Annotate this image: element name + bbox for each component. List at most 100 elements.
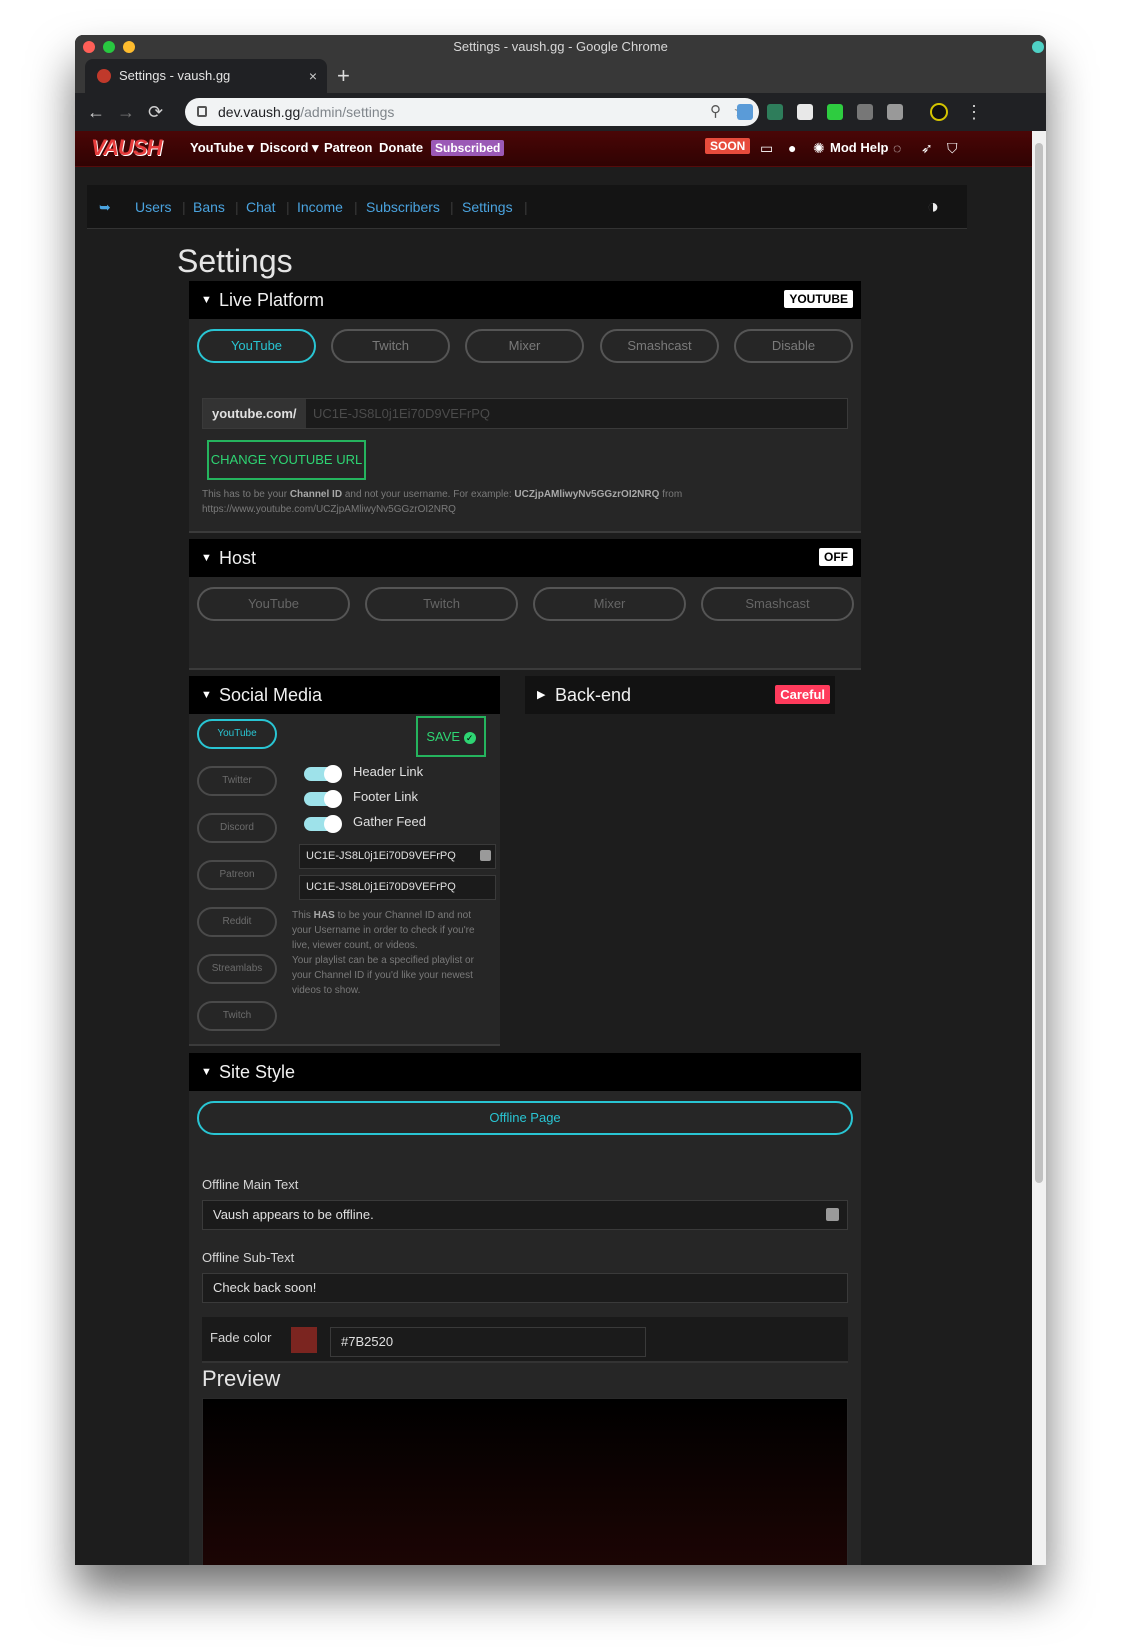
minimize-window-button[interactable] — [123, 41, 135, 53]
new-tab-button[interactable]: + — [337, 59, 350, 93]
admin-nav-income[interactable]: Income — [297, 185, 343, 229]
tab-close-icon[interactable]: × — [309, 59, 317, 93]
social-media-header[interactable]: ▼ Social Media — [189, 676, 500, 714]
admin-nav-users[interactable]: Users — [135, 185, 172, 229]
offline-page-tab[interactable]: Offline Page — [197, 1101, 853, 1135]
save-label: SAVE — [426, 729, 461, 744]
chat-icon[interactable]: ◌ — [893, 131, 901, 165]
platform-mixer-button[interactable]: Mixer — [465, 329, 584, 363]
scrollbar-thumb[interactable] — [1035, 143, 1043, 1183]
nav-discord[interactable]: Discord ▾ — [260, 131, 319, 165]
host-twitch-button[interactable]: Twitch — [365, 587, 518, 621]
host-smashcast-button[interactable]: Smashcast — [701, 587, 854, 621]
autofill-icon[interactable] — [480, 850, 491, 861]
monitor-icon[interactable]: ▭ — [760, 131, 773, 165]
nav-youtube[interactable]: YouTube ▾ — [190, 131, 254, 165]
nav-divider: | — [182, 199, 186, 215]
change-youtube-url-button[interactable]: CHANGE YOUTUBE URL — [207, 440, 366, 480]
backend-header[interactable]: ▶ Back-end Careful — [525, 676, 835, 714]
shield-icon[interactable]: ⛉ — [947, 131, 958, 165]
address-bar[interactable]: dev.vaush.gg/admin/settings ⚲ ☆ — [185, 98, 759, 126]
caret-down-icon: ▼ — [201, 689, 212, 701]
caret-down-icon: ▼ — [201, 552, 212, 564]
extension-4-icon[interactable] — [827, 104, 843, 120]
host-title: Host — [219, 548, 257, 568]
social-reddit-button[interactable]: Reddit — [197, 907, 277, 937]
admin-nav-settings[interactable]: Settings — [462, 185, 513, 229]
host-panel: ▼ Host OFF YouTube Twitch Mixer Smashcas… — [189, 539, 861, 670]
site-style-header[interactable]: ▼ Site Style — [189, 1053, 861, 1091]
url-host: dev.vaush.gg — [218, 104, 301, 120]
social-twitch-button[interactable]: Twitch — [197, 1001, 277, 1031]
host-header[interactable]: ▼ Host OFF — [189, 539, 861, 577]
page-viewport: VAUSH YouTube ▾ Discord ▾ Patreon Donate… — [75, 131, 1032, 1565]
subscribed-badge[interactable]: Subscribed — [431, 140, 505, 156]
site-navbar: VAUSH YouTube ▾ Discord ▾ Patreon Donate… — [75, 131, 1032, 167]
close-window-button[interactable] — [83, 41, 95, 53]
platform-disable-button[interactable]: Disable — [734, 329, 853, 363]
profile-avatar[interactable] — [930, 103, 948, 121]
extension-2-icon[interactable] — [767, 104, 783, 120]
maximize-window-button[interactable] — [103, 41, 115, 53]
social-patreon-button[interactable]: Patreon — [197, 860, 277, 890]
platform-twitch-button[interactable]: Twitch — [331, 329, 450, 363]
host-mixer-button[interactable]: Mixer — [533, 587, 686, 621]
browser-tab[interactable]: Settings - vaush.gg × — [85, 59, 327, 93]
backend-title: Back-end — [555, 685, 632, 705]
header-link-toggle[interactable] — [304, 765, 342, 783]
url-path: /admin/settings — [300, 104, 395, 120]
admin-nav-chat[interactable]: Chat — [246, 185, 276, 229]
admin-avatar-icon[interactable]: ◑ — [927, 185, 939, 229]
host-youtube-button[interactable]: YouTube — [197, 587, 350, 621]
autofill-icon[interactable] — [826, 1208, 839, 1221]
forward-button[interactable]: → — [117, 93, 135, 131]
admin-home-icon[interactable]: ➥ — [99, 185, 111, 229]
fade-color-input[interactable]: #7B2520 — [330, 1327, 646, 1357]
offline-sub-text-input[interactable]: Check back soon! — [202, 1273, 848, 1303]
nav-donate[interactable]: Donate — [379, 131, 423, 165]
user-icon[interactable]: ● — [788, 131, 796, 165]
platform-youtube-button[interactable]: YouTube — [197, 329, 316, 363]
channel-id-value: UC1E-JS8L0j1Ei70D9VEFrPQ — [306, 850, 456, 862]
fade-color-row: Fade color #7B2520 — [202, 1317, 848, 1363]
extension-3-icon[interactable] — [797, 104, 813, 120]
social-discord-button[interactable]: Discord — [197, 813, 277, 843]
youtube-url-input[interactable]: UC1E-JS8L0j1Ei70D9VEFrPQ — [313, 399, 490, 428]
gather-feed-label: Gather Feed — [353, 814, 426, 829]
platform-smashcast-button[interactable]: Smashcast — [600, 329, 719, 363]
live-platform-header[interactable]: ▼ Live Platform YOUTUBE — [189, 281, 861, 319]
feather-icon[interactable]: ➶ — [921, 131, 933, 165]
admin-nav-bans[interactable]: Bans — [193, 185, 225, 229]
extension-1-icon[interactable] — [737, 104, 753, 120]
mod-help-link[interactable]: Mod Help — [830, 131, 889, 165]
caret-down-icon: ▼ — [201, 1066, 212, 1078]
social-streamlabs-button[interactable]: Streamlabs — [197, 954, 277, 984]
social-media-help: This HAS to be your Channel ID and not y… — [292, 910, 475, 996]
social-twitter-button[interactable]: Twitter — [197, 766, 277, 796]
offline-sub-text-value: Check back soon! — [213, 1280, 317, 1295]
offline-main-text-input[interactable]: Vaush appears to be offline. — [202, 1200, 848, 1230]
playlist-input[interactable]: UC1E-JS8L0j1Ei70D9VEFrPQ — [299, 875, 496, 900]
extension-5-icon[interactable] — [857, 104, 873, 120]
social-youtube-button[interactable]: YouTube — [197, 719, 277, 749]
extension-6-icon[interactable] — [887, 104, 903, 120]
nav-divider: | — [235, 199, 239, 215]
window-title: Settings - vaush.gg - Google Chrome — [453, 39, 668, 54]
zoom-icon[interactable]: ⚲ — [710, 98, 721, 126]
chrome-menu-icon[interactable]: ⋮ — [965, 93, 983, 131]
mod-help-icon: ✺ — [813, 140, 825, 156]
page-scrollbar[interactable] — [1032, 131, 1046, 1565]
site-logo[interactable]: VAUSH — [91, 135, 162, 161]
site-style-panel: ▼ Site Style Offline Page Offline Main T… — [189, 1053, 861, 1565]
live-platform-badge: YOUTUBE — [784, 290, 853, 308]
admin-nav-subscribers[interactable]: Subscribers — [366, 185, 440, 229]
fade-color-swatch[interactable] — [291, 1327, 317, 1353]
save-button[interactable]: SAVE ✓ — [416, 716, 486, 757]
back-button[interactable]: ← — [87, 93, 105, 131]
gather-feed-toggle[interactable] — [304, 815, 342, 833]
channel-id-input[interactable]: UC1E-JS8L0j1Ei70D9VEFrPQ — [299, 844, 496, 869]
footer-link-toggle[interactable] — [304, 790, 342, 808]
reload-button[interactable]: ⟳ — [148, 93, 163, 131]
profile-dot-icon[interactable] — [1032, 41, 1044, 53]
nav-patreon[interactable]: Patreon — [324, 131, 372, 165]
